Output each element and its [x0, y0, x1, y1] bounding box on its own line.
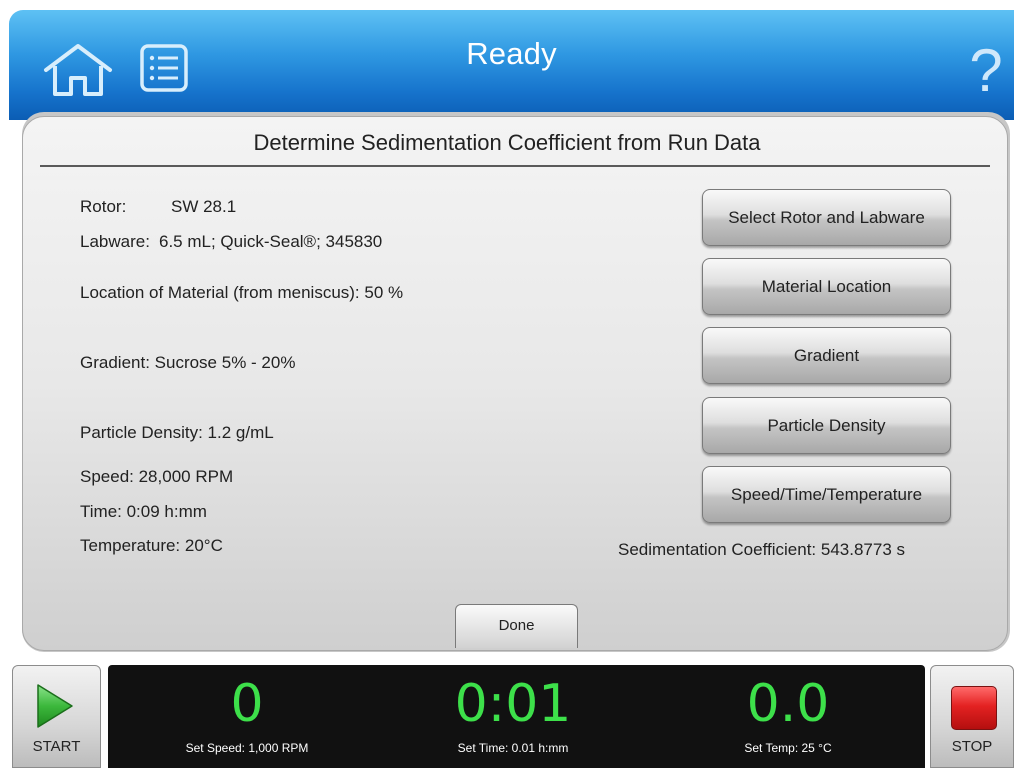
- particle-density-button[interactable]: Particle Density: [702, 397, 951, 454]
- gradient-button[interactable]: Gradient: [702, 327, 951, 384]
- status-title: Ready: [466, 36, 557, 71]
- start-button[interactable]: START: [12, 665, 101, 768]
- rotor-info: Rotor: SW 28.1: [80, 197, 236, 217]
- temperature-info: Temperature: 20°C: [80, 536, 223, 555]
- sedimentation-coefficient-result: Sedimentation Coefficient: 543.8773 s: [618, 540, 905, 559]
- material-location-button[interactable]: Material Location: [702, 258, 951, 315]
- speed-readout: 0: [230, 674, 264, 734]
- rotor-value: SW 28.1: [171, 197, 237, 216]
- done-button[interactable]: Done: [455, 604, 578, 648]
- play-icon: [37, 684, 73, 728]
- stop-button[interactable]: STOP: [930, 665, 1014, 768]
- material-location-info: Location of Material (from meniscus): 50…: [80, 283, 404, 302]
- labware-info: Labware: 6.5 mL; Quick-Seal®; 345830: [80, 232, 382, 252]
- set-time-label: Set Time: 0.01 h:mm: [457, 741, 569, 755]
- title-divider: [40, 165, 990, 167]
- gradient-info: Gradient: Sucrose 5% - 20%: [80, 353, 296, 372]
- speed-time-temperature-button[interactable]: Speed/Time/Temperature: [702, 466, 951, 523]
- labware-value: 6.5 mL; Quick-Seal®; 345830: [159, 232, 383, 251]
- stop-icon: [951, 686, 997, 730]
- time-readout: 0:01: [454, 674, 572, 734]
- particle-density-info: Particle Density: 1.2 g/mL: [80, 423, 274, 442]
- labware-label: Labware:: [80, 232, 150, 251]
- set-temp-label: Set Temp: 25 °C: [744, 741, 832, 755]
- speed-info: Speed: 28,000 RPM: [80, 467, 234, 486]
- panel-title: Determine Sedimentation Coefficient from…: [253, 130, 761, 155]
- stop-label: STOP: [951, 738, 993, 755]
- select-rotor-labware-button[interactable]: Select Rotor and Labware: [702, 189, 951, 246]
- time-info: Time: 0:09 h:mm: [80, 502, 207, 521]
- help-icon[interactable]: ?: [964, 36, 1008, 106]
- temperature-readout: 0.0: [746, 674, 830, 734]
- start-label: START: [32, 738, 81, 755]
- title-bar: Ready ?: [9, 10, 1014, 120]
- set-speed-label: Set Speed: 1,000 RPM: [185, 741, 309, 755]
- rotor-label: Rotor:: [80, 197, 127, 216]
